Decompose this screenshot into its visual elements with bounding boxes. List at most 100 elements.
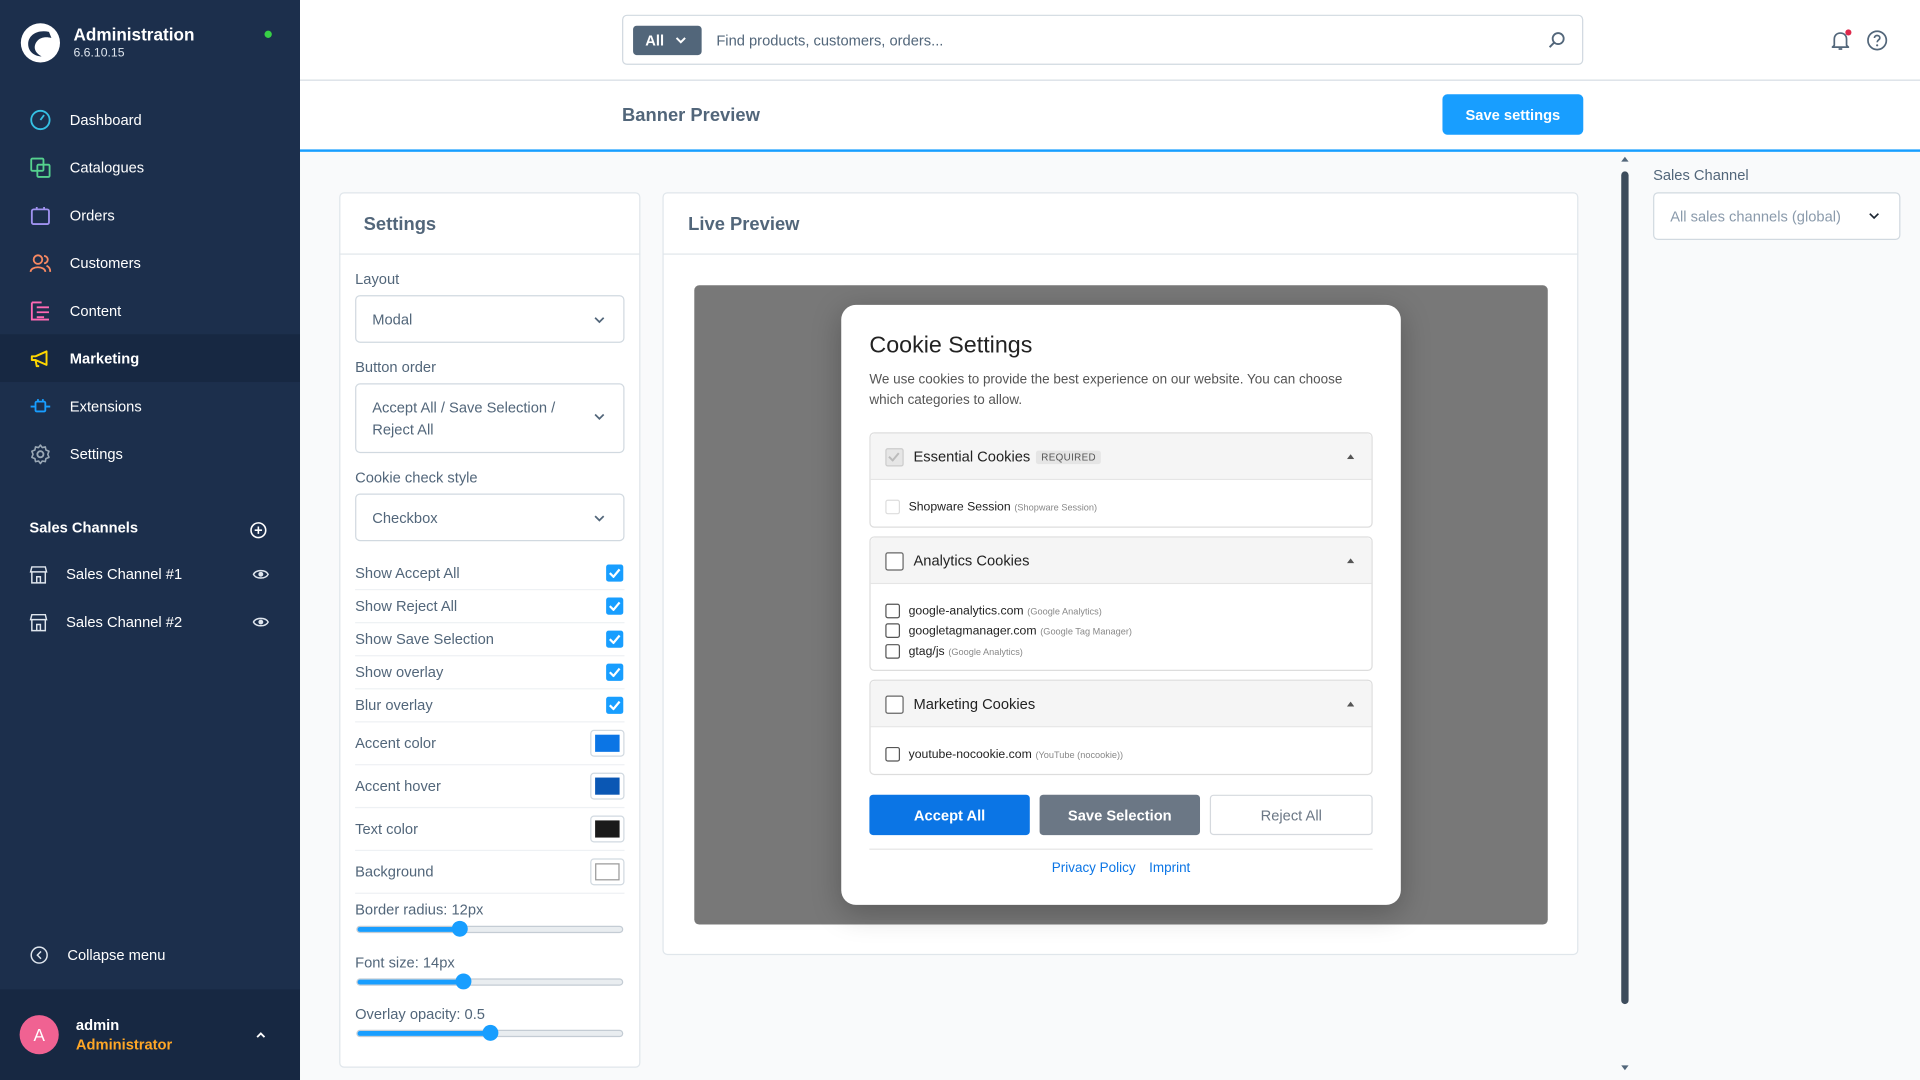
cookie-check-style-value: Checkbox (372, 509, 438, 527)
category-header[interactable]: Essential Cookies REQUIRED (870, 433, 1372, 481)
nav-item-marketing[interactable]: Marketing (0, 334, 301, 383)
sales-channels-heading: Sales Channels (29, 519, 139, 537)
sales-channel-label: Sales Channel #1 (66, 565, 183, 583)
add-sales-channel-icon[interactable] (250, 522, 267, 539)
text-color-picker[interactable] (590, 815, 625, 843)
cookie-item-name: google-analytics.com (908, 604, 1024, 618)
toggle-blur-overlay: Blur overlay (355, 689, 625, 723)
cookie-item[interactable]: gtag/js (Google Analytics) (885, 643, 1023, 660)
toggle-show-overlay: Show overlay (355, 656, 625, 690)
overlay-opacity-slider[interactable] (356, 1024, 624, 1041)
imprint-link[interactable]: Imprint (1149, 861, 1190, 876)
font-size-label: Font size: 14px (355, 953, 455, 972)
search-filter-dropdown[interactable]: All (633, 25, 702, 56)
category-title: Essential Cookies (913, 448, 1031, 466)
cookie-item-checkbox[interactable] (885, 644, 901, 659)
search-icon[interactable] (1548, 31, 1566, 49)
button-order-label: Button order (355, 358, 436, 376)
toggle-show-accept-all: Show Accept All (355, 557, 625, 591)
eye-icon[interactable] (252, 566, 269, 583)
category-header[interactable]: Analytics Cookies (870, 537, 1372, 585)
sales-channel-item[interactable]: Sales Channel #2 (0, 601, 300, 643)
nav-item-settings[interactable]: Settings (0, 430, 300, 478)
nav-item-dashboard[interactable]: Dashboard (0, 96, 300, 144)
privacy-policy-link[interactable]: Privacy Policy (1052, 861, 1136, 876)
shopware-logo-icon (20, 23, 61, 63)
search-input[interactable] (716, 28, 1525, 53)
toggle-label: Show Accept All (355, 564, 460, 582)
checkmark-icon (609, 568, 621, 578)
cookie-item-checkbox[interactable] (885, 603, 901, 619)
scroll-down-arrow-icon[interactable] (1620, 1063, 1630, 1073)
chevron-down-icon (594, 515, 605, 522)
accent-hover-color-picker[interactable] (590, 772, 625, 800)
nav-label: Content (69, 301, 122, 319)
cookie-item[interactable]: youtube-nocookie.com (YouTube (nocookie)) (885, 746, 1123, 763)
user-menu[interactable]: A admin Administrator (0, 989, 301, 1080)
nav-item-extensions[interactable]: Extensions (0, 382, 300, 430)
scroll-up-arrow-icon[interactable] (1620, 154, 1630, 164)
color-label: Accent color (355, 734, 436, 752)
eye-icon[interactable] (252, 613, 269, 630)
divider (869, 848, 1373, 850)
nav-label: Settings (69, 445, 123, 463)
catalogue-icon (30, 157, 51, 178)
cookie-item-checkbox[interactable] (885, 623, 901, 638)
help-icon[interactable] (1866, 29, 1888, 51)
category-header[interactable]: Marketing Cookies (870, 680, 1372, 728)
slider-handle[interactable] (482, 1024, 499, 1041)
plug-icon (30, 398, 51, 412)
layout-label: Layout (355, 270, 400, 288)
orders-icon (30, 206, 50, 225)
storefront-icon (29, 565, 48, 583)
analytics-checkbox[interactable] (885, 552, 904, 571)
cookie-item[interactable]: googletagmanager.com (Google Tag Manager) (885, 622, 1132, 639)
button-order-select[interactable]: Accept All / Save Selection / Reject All (355, 383, 625, 454)
show-overlay-checkbox[interactable] (606, 663, 624, 681)
cookie-item-provider: (Google Analytics) (948, 645, 1023, 657)
nav-label: Orders (69, 206, 115, 224)
color-label: Background (355, 863, 434, 881)
caret-up-icon (1346, 454, 1355, 460)
color-swatch (595, 820, 620, 838)
reject-all-button[interactable]: Reject All (1209, 794, 1373, 836)
save-settings-button[interactable]: Save settings (1442, 94, 1584, 135)
accept-all-button[interactable]: Accept All (869, 794, 1030, 836)
notification-badge (1845, 29, 1852, 36)
show-accept-all-checkbox[interactable] (606, 564, 624, 582)
chevron-down-icon (676, 37, 687, 44)
layout-select[interactable]: Modal (355, 295, 625, 343)
global-search: All (622, 14, 1584, 65)
nav-item-content[interactable]: Content (0, 287, 300, 335)
show-save-selection-checkbox[interactable] (606, 630, 624, 648)
sales-channel-item[interactable]: Sales Channel #1 (0, 553, 300, 595)
scrollbar-thumb[interactable] (1621, 171, 1629, 1005)
nav-item-customers[interactable]: Customers (0, 239, 300, 287)
cookie-category-analytics: Analytics Cookies google-analytics.com (G… (869, 536, 1373, 672)
cookie-item-provider: (Shopware Session) (1014, 501, 1098, 513)
category-title: Marketing Cookies (913, 695, 1036, 713)
overlay-opacity-label: Overlay opacity: 0.5 (355, 1005, 485, 1023)
background-color-picker[interactable] (590, 858, 625, 886)
nav-item-orders[interactable]: Orders (0, 191, 300, 239)
brand[interactable]: Administration 6.6.10.15 (20, 20, 289, 69)
marketing-checkbox[interactable] (885, 695, 904, 714)
collapse-menu-button[interactable]: Collapse menu (29, 945, 165, 965)
cookie-item-checkbox[interactable] (885, 746, 901, 762)
show-reject-all-checkbox[interactable] (606, 597, 624, 615)
sales-channel-select[interactable]: All sales channels (global) (1653, 192, 1901, 241)
gear-icon (31, 443, 50, 464)
accent-color-picker[interactable] (590, 729, 625, 757)
customers-icon (29, 253, 52, 272)
color-label: Accent hover (355, 777, 441, 795)
cookie-check-style-select[interactable]: Checkbox (355, 493, 625, 542)
storefront-icon (29, 613, 48, 631)
cookie-item[interactable]: google-analytics.com (Google Analytics) (885, 602, 1102, 619)
nav-item-catalogues[interactable]: Catalogues (0, 143, 300, 191)
content-scrollbar[interactable] (1620, 154, 1630, 1072)
blur-overlay-checkbox[interactable] (606, 696, 624, 714)
font-size-slider[interactable] (356, 973, 624, 990)
save-selection-button[interactable]: Save Selection (1039, 794, 1201, 836)
border-radius-label: Border radius: 12px (355, 901, 484, 919)
border-radius-slider[interactable] (356, 920, 624, 937)
